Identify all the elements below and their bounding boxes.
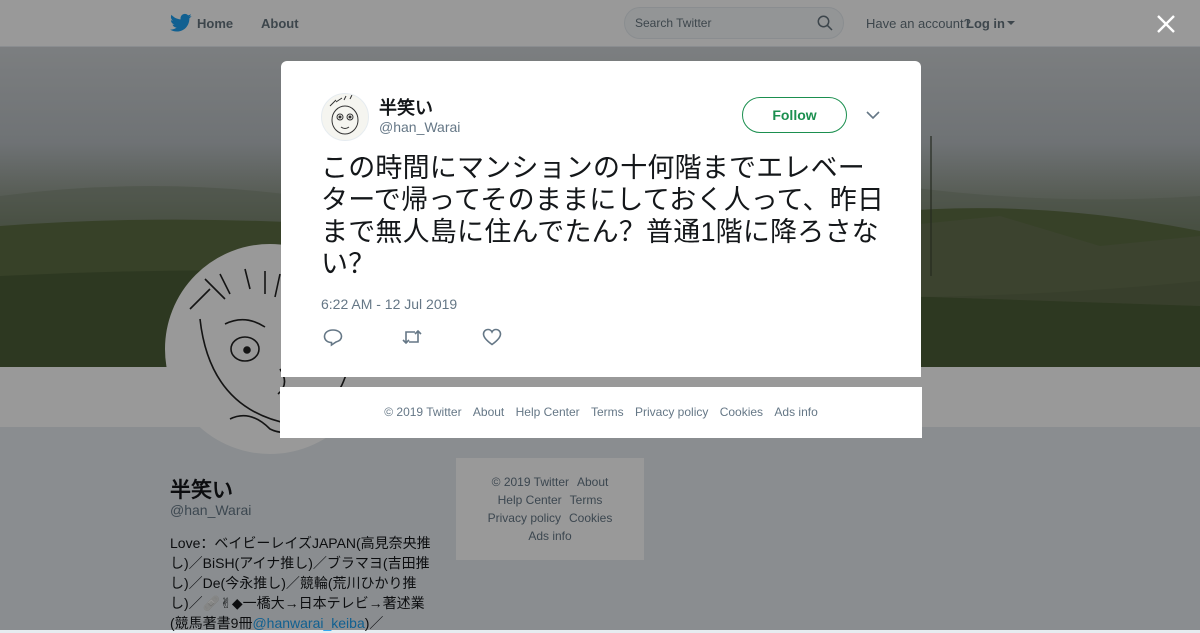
footer-copyright: © 2019 Twitter	[384, 405, 462, 419]
retweet-icon[interactable]	[401, 327, 423, 347]
close-icon[interactable]	[1156, 14, 1176, 34]
tweet-author-handle[interactable]: @han_Warai	[379, 119, 460, 135]
modal-footer: © 2019 Twitter About Help Center Terms P…	[280, 387, 922, 438]
footer-help-center[interactable]: Help Center	[516, 405, 580, 419]
footer-terms[interactable]: Terms	[591, 405, 624, 419]
follow-button[interactable]: Follow	[742, 97, 847, 133]
like-icon[interactable]	[481, 327, 503, 347]
tweet-text: この時間にマンションの十何階までエレベーターで帰ってそのままにしておく人って、昨…	[321, 153, 885, 279]
footer-cookies[interactable]: Cookies	[720, 405, 763, 419]
chevron-down-icon[interactable]	[866, 110, 880, 120]
reply-icon[interactable]	[322, 327, 344, 347]
footer-about[interactable]: About	[473, 405, 504, 419]
tweet-author-avatar[interactable]	[321, 93, 369, 141]
footer-ads-info[interactable]: Ads info	[774, 405, 817, 419]
tweet-author-name[interactable]: 半笑い	[379, 94, 433, 120]
tweet-timestamp[interactable]: 6:22 AM - 12 Jul 2019	[321, 296, 457, 312]
footer-privacy[interactable]: Privacy policy	[635, 405, 708, 419]
tweet-modal: 半笑い @han_Warai Follow この時間にマンションの十何階までエレ…	[281, 61, 921, 377]
